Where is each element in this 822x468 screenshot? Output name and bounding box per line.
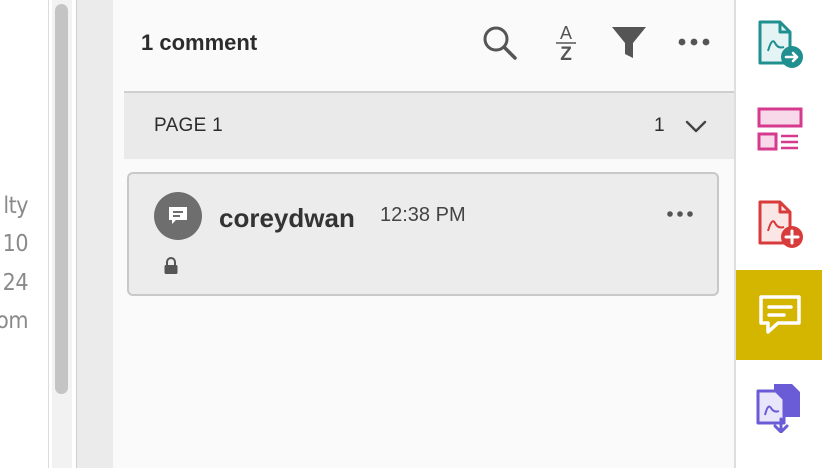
- document-text-line: om: [0, 308, 28, 334]
- export-pdf-icon: [758, 20, 803, 68]
- lock-icon: [163, 256, 179, 276]
- document-scrollbar-thumb[interactable]: [55, 4, 68, 394]
- document-text-line: 10: [2, 231, 29, 257]
- combine-files-button[interactable]: [736, 362, 822, 452]
- combine-files-icon: [756, 384, 800, 433]
- page-group-count: 1: [654, 115, 665, 136]
- comment-timestamp: 12:38 PM: [380, 204, 466, 226]
- comment-author: coreydwan: [219, 203, 355, 233]
- document-text-line: 24: [2, 270, 29, 296]
- document-view[interactable]: lty 10 24 om: [0, 0, 49, 468]
- organize-pages-icon: [757, 107, 803, 151]
- chevron-down-icon[interactable]: [682, 113, 710, 141]
- page-group-header[interactable]: PAGE 1 1: [124, 91, 734, 159]
- create-pdf-icon: [758, 200, 803, 248]
- filter-icon[interactable]: [609, 22, 649, 62]
- comment-count-title: 1 comment: [141, 30, 258, 55]
- create-pdf-button[interactable]: [736, 180, 822, 270]
- comment-icon: [759, 295, 801, 334]
- document-text-line: lty: [3, 193, 28, 219]
- more-horizontal-icon[interactable]: [665, 202, 695, 226]
- comment-tool-button[interactable]: [736, 270, 822, 360]
- comment-card[interactable]: coreydwan 12:38 PM: [127, 172, 719, 296]
- search-icon[interactable]: [479, 22, 519, 62]
- panel-divider: [76, 0, 114, 468]
- sort-letter-z: Z: [560, 44, 572, 64]
- comment-bubble-icon: [154, 192, 202, 240]
- organize-pages-button[interactable]: [736, 85, 822, 175]
- comments-panel-header: 1 comment A Z: [113, 0, 734, 90]
- export-pdf-button[interactable]: [736, 0, 822, 90]
- tools-rail: [734, 0, 822, 468]
- sort-letter-a: A: [560, 23, 572, 43]
- more-horizontal-icon[interactable]: [674, 22, 714, 62]
- page-group-label: PAGE 1: [154, 115, 224, 136]
- sort-az-icon[interactable]: A Z: [546, 22, 586, 64]
- comments-panel: 1 comment A Z PAGE 1 1 coreydwan 12:38 P…: [113, 0, 734, 468]
